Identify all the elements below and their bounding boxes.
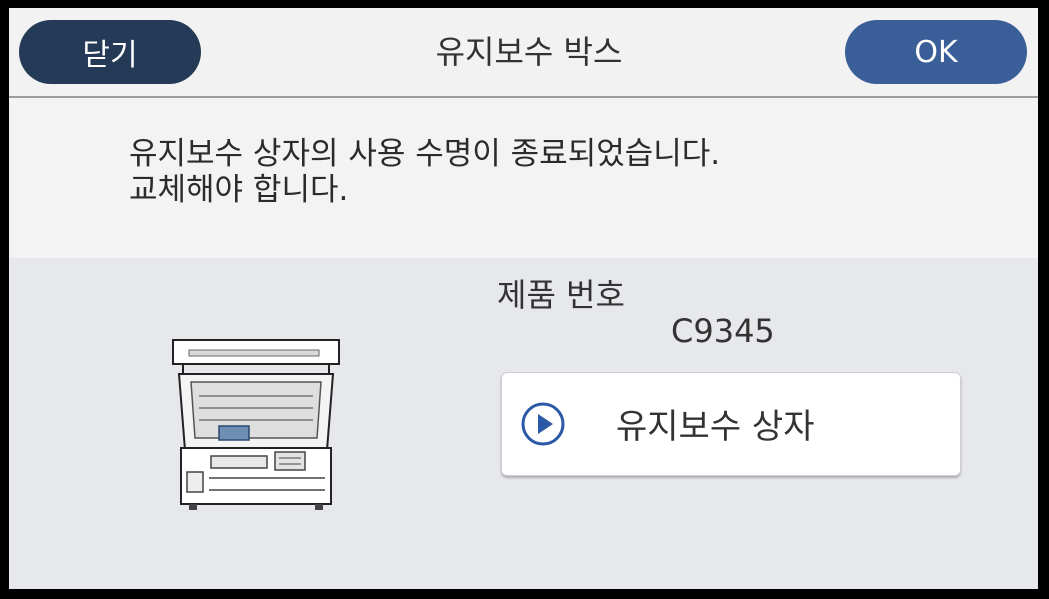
close-button[interactable]: 닫기	[19, 20, 201, 84]
message-text: 유지보수 상자의 사용 수명이 종료되었습니다. 교체해야 합니다.	[129, 136, 989, 208]
dialog-title: 유지보수 박스	[435, 33, 623, 71]
play-circle-icon	[521, 402, 565, 446]
body-area: 제품 번호 C9345 유지보수 상자	[9, 258, 1038, 589]
ok-button[interactable]: OK	[845, 20, 1027, 84]
product-number-value: C9345	[671, 312, 775, 350]
dialog-screen: 닫기 유지보수 박스 OK 유지보수 상자의 사용 수명이 종료되었습니다. 교…	[9, 8, 1038, 589]
message-line-2: 교체해야 합니다.	[129, 172, 349, 208]
printer-illustration	[172, 339, 340, 510]
message-line-1: 유지보수 상자의 사용 수명이 종료되었습니다.	[129, 136, 721, 172]
maintenance-box-label: 유지보수 상자	[616, 407, 815, 447]
header-bar: 닫기 유지보수 박스 OK	[9, 8, 1038, 98]
maintenance-box-button[interactable]: 유지보수 상자	[501, 372, 961, 476]
product-number-label: 제품 번호	[497, 276, 625, 314]
message-area: 유지보수 상자의 사용 수명이 종료되었습니다. 교체해야 합니다.	[9, 98, 1038, 258]
